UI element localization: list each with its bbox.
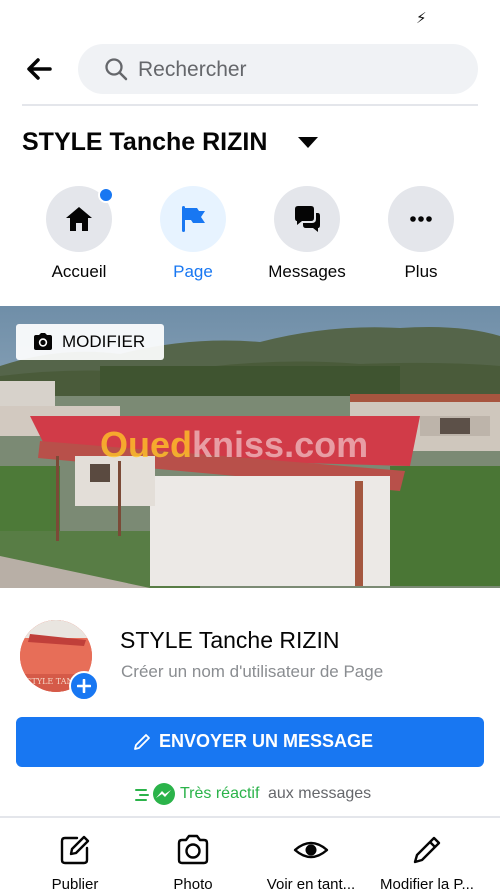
responsiveness-highlight: Très réactif xyxy=(180,785,260,802)
edit-cover-label: MODIFIER xyxy=(62,332,146,351)
nav-page[interactable]: Page xyxy=(143,186,243,286)
camera-icon xyxy=(177,834,209,865)
page-title[interactable]: STYLE Tanche RIZIN xyxy=(22,128,267,157)
nav-messages[interactable]: Messages xyxy=(257,186,357,286)
action-label: Photo xyxy=(173,876,213,893)
search-placeholder: Rechercher xyxy=(138,58,247,81)
camera-icon xyxy=(34,333,52,350)
flag-icon xyxy=(182,206,205,232)
profile-name: STYLE Tanche RIZIN xyxy=(120,627,340,653)
action-label: Publier xyxy=(51,876,99,893)
notification-dot xyxy=(98,187,114,203)
watermark: Ouedkniss.com xyxy=(100,424,369,465)
responsiveness-badge: Très réactif aux messages xyxy=(130,780,390,808)
caret-down-icon[interactable] xyxy=(298,137,318,148)
nav-icon-circle xyxy=(160,186,226,252)
action-label: Voir en tant... xyxy=(266,876,356,893)
action-publier[interactable]: Publier xyxy=(15,832,135,893)
send-message-label: ENVOYER UN MESSAGE xyxy=(159,731,374,751)
nav-accueil[interactable]: Accueil xyxy=(29,186,129,286)
action-voir-en-tant[interactable]: Voir en tant... xyxy=(251,832,371,893)
create-username-link[interactable]: Créer un nom d'utilisateur de Page xyxy=(121,662,383,682)
nav-label: Messages xyxy=(268,262,346,281)
nav-plus[interactable]: Plus xyxy=(371,186,471,286)
charging-bolt-icon: ⚡ xyxy=(416,9,427,27)
action-photo[interactable]: Photo xyxy=(133,832,253,893)
pencil-icon xyxy=(134,734,150,750)
search-icon xyxy=(105,58,128,81)
home-icon xyxy=(66,207,92,231)
nav-icon-circle xyxy=(388,186,454,252)
send-message-button[interactable]: ENVOYER UN MESSAGE xyxy=(16,717,484,767)
responsiveness-text: aux messages xyxy=(268,785,372,802)
divider xyxy=(0,816,500,818)
back-button[interactable] xyxy=(22,52,56,86)
plus-icon xyxy=(77,679,91,693)
edit-post-icon xyxy=(60,835,90,865)
svg-text:STYLE TAN: STYLE TAN xyxy=(26,677,73,686)
add-profile-picture-button[interactable] xyxy=(69,671,99,701)
messenger-fast-icon xyxy=(135,783,175,805)
nav-label: Plus xyxy=(404,262,438,281)
pencil-icon xyxy=(413,836,441,864)
nav-label: Page xyxy=(173,262,213,281)
action-modifier-page[interactable]: Modifier la P... xyxy=(367,832,487,893)
nav-icon-circle xyxy=(274,186,340,252)
more-icon xyxy=(410,216,432,222)
nav-label: Accueil xyxy=(51,262,107,281)
messages-icon xyxy=(295,206,320,232)
action-label: Modifier la P... xyxy=(380,876,474,893)
search-input[interactable]: Rechercher xyxy=(78,44,478,94)
divider xyxy=(22,104,478,106)
status-bar: ⚡ xyxy=(0,0,500,38)
eye-icon xyxy=(293,841,329,859)
edit-cover-button[interactable]: MODIFIER xyxy=(16,324,164,360)
back-arrow-icon xyxy=(27,58,52,80)
cover-photo[interactable]: MODIFIER Ouedkniss.com xyxy=(0,306,500,588)
